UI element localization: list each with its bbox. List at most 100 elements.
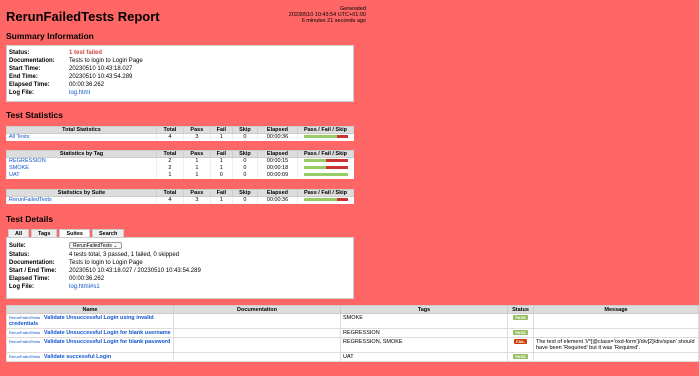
tests-table: Name Documentation Tags Status Message R…: [6, 305, 699, 362]
col-skip[interactable]: Skip: [231, 150, 258, 158]
col-skip[interactable]: Skip: [231, 126, 258, 134]
test-name-link[interactable]: Validate successful Login: [44, 354, 111, 360]
col-status[interactable]: Status: [507, 305, 534, 314]
test-tags: REGRESSION, SMOKE: [340, 337, 508, 353]
stats-name-link[interactable]: UAT: [9, 172, 20, 178]
stats-skip: 0: [231, 196, 258, 204]
col-elapsed[interactable]: Elapsed: [256, 126, 299, 134]
details-elapsed: 00:00:36.262: [69, 276, 105, 282]
summary-row: Start Time: 20230510 10:43:18.027: [7, 65, 353, 73]
col-pass-fail-skip[interactable]: Pass / Fail / Skip: [297, 126, 354, 134]
summary-row: End Time: 20230510 10:43:54.289: [7, 73, 353, 81]
stats-graph: [297, 171, 354, 179]
summary-label: Elapsed Time:: [9, 82, 50, 88]
test-message: [533, 352, 699, 362]
pass-fail-bar: [303, 166, 348, 170]
log-file-link[interactable]: log.html: [69, 90, 353, 96]
col-pass-fail-skip[interactable]: Pass / Fail / Skip: [297, 189, 354, 197]
stats-row: UAT 1 1 0 0 00:00:09: [6, 171, 354, 179]
pass-fail-bar: [303, 159, 348, 163]
table-row: RerunFailedTests . Validate successful L…: [6, 352, 699, 362]
pass-fail-bar: [303, 198, 348, 202]
details-log-link[interactable]: log.html#s1: [69, 284, 353, 290]
summary-heading: Summary Information: [6, 31, 94, 41]
details-row: Status: 4 tests total, 3 passed, 1 failed…: [7, 251, 353, 259]
suite-select[interactable]: RerunFailedTests ⌄: [69, 242, 122, 249]
stats-skip: 0: [231, 133, 258, 141]
total-statistics-header[interactable]: Total Statistics: [6, 126, 157, 134]
col-total[interactable]: Total: [156, 150, 184, 158]
table-row: RerunFailedTests . Validate Unsuccessful…: [6, 328, 699, 338]
stats-elapsed: 00:00:18: [256, 164, 298, 172]
summary-row: Documentation: Tests to login to Login Pa…: [7, 57, 353, 65]
col-fail[interactable]: Fail: [209, 126, 233, 134]
summary-row: Log File: log.html: [7, 89, 353, 97]
col-skip[interactable]: Skip: [231, 189, 258, 197]
col-pass[interactable]: Pass: [182, 126, 211, 134]
stats-name-link[interactable]: SMOKE: [9, 165, 29, 171]
stats-fail: 0: [209, 171, 233, 179]
stats-pass: 3: [182, 133, 211, 141]
test-parent-link[interactable]: RerunFailedTests .: [9, 354, 42, 359]
details-label: Elapsed Time:: [9, 276, 50, 282]
details-label: Documentation:: [9, 260, 55, 266]
status-badge: PASS: [513, 315, 528, 320]
details-row: Log File: log.html#s1: [7, 283, 353, 291]
col-elapsed[interactable]: Elapsed: [256, 189, 299, 197]
generated-ago: 6 minutes 21 seconds ago: [301, 18, 366, 24]
stats-name-link[interactable]: REGRESSION: [9, 158, 46, 164]
col-message[interactable]: Message: [533, 305, 699, 314]
stats-graph: [297, 157, 354, 165]
stats-skip: 0: [231, 157, 258, 165]
test-message: [533, 328, 699, 338]
details-label: Start / End Time:: [9, 268, 57, 274]
stats-total: 4: [156, 196, 184, 204]
stats-row: REGRESSION 2 1 1 0 00:00:15: [6, 157, 354, 165]
stats-pass: 3: [182, 196, 211, 204]
test-tags: SMOKE: [340, 313, 508, 329]
total-statistics-table: Total Statistics Total Pass Fail Skip El…: [6, 126, 354, 141]
col-total[interactable]: Total: [156, 189, 184, 197]
details-row: Documentation: Tests to login to Login Pa…: [7, 259, 353, 267]
col-tags[interactable]: Tags: [340, 305, 508, 314]
stats-elapsed: 00:00:15: [256, 157, 298, 165]
stats-row: SMOKE 2 1 1 0 00:00:18: [6, 164, 354, 172]
test-name-link[interactable]: Validate Unsuccessful Login for blank us…: [44, 330, 171, 336]
col-pass-fail-skip[interactable]: Pass / Fail / Skip: [297, 150, 354, 158]
col-documentation[interactable]: Documentation: [173, 305, 341, 314]
stats-skip: 0: [231, 171, 258, 179]
pass-fail-bar: [303, 135, 348, 139]
stats-name-link[interactable]: All Tests: [9, 134, 29, 140]
col-pass[interactable]: Pass: [182, 150, 211, 158]
col-elapsed[interactable]: Elapsed: [256, 150, 299, 158]
tag-statistics-header[interactable]: Statistics by Tag: [6, 150, 157, 158]
summary-table: Status: 1 test failed Documentation: Tests…: [6, 45, 354, 102]
details-status: 4 tests total, 3 passed, 1 failed, 0 ski…: [69, 252, 180, 258]
summary-label: Documentation:: [9, 58, 55, 64]
col-fail[interactable]: Fail: [209, 150, 233, 158]
details-label: Log File:: [9, 284, 34, 290]
col-total[interactable]: Total: [156, 126, 184, 134]
report-title: RerunFailedTests Report: [6, 9, 160, 24]
stats-fail: 1: [209, 157, 233, 165]
status-badge: FAIL: [514, 339, 527, 344]
summary-row: Elapsed Time: 00:00:36.262: [7, 81, 353, 89]
col-name[interactable]: Name: [6, 305, 174, 314]
summary-documentation: Tests to login to Login Page: [69, 58, 143, 64]
details-row: Elapsed Time: 00:00:36.262: [7, 275, 353, 283]
stats-row: All Tests 4 3 1 0 00:00:36: [6, 133, 354, 141]
summary-label: Start Time:: [9, 66, 41, 72]
test-parent-link[interactable]: RerunFailedTests .: [9, 339, 42, 344]
stats-name-link[interactable]: RerunFailedTests: [9, 197, 52, 203]
test-parent-link[interactable]: RerunFailedTests .: [9, 315, 42, 320]
details-panel: Suite: RerunFailedTests ⌄ Status: 4 tests…: [6, 237, 354, 299]
stats-elapsed: 00:00:36: [256, 133, 298, 141]
test-name-link[interactable]: Validate Unsuccessful Login for blank pa…: [44, 339, 171, 345]
col-pass[interactable]: Pass: [182, 189, 211, 197]
stats-skip: 0: [231, 164, 258, 172]
stats-pass: 1: [182, 171, 211, 179]
test-parent-link[interactable]: RerunFailedTests .: [9, 330, 42, 335]
suite-statistics-header[interactable]: Statistics by Suite: [6, 189, 157, 197]
col-fail[interactable]: Fail: [209, 189, 233, 197]
table-row: RerunFailedTests . Validate Unsuccessful…: [6, 313, 699, 329]
